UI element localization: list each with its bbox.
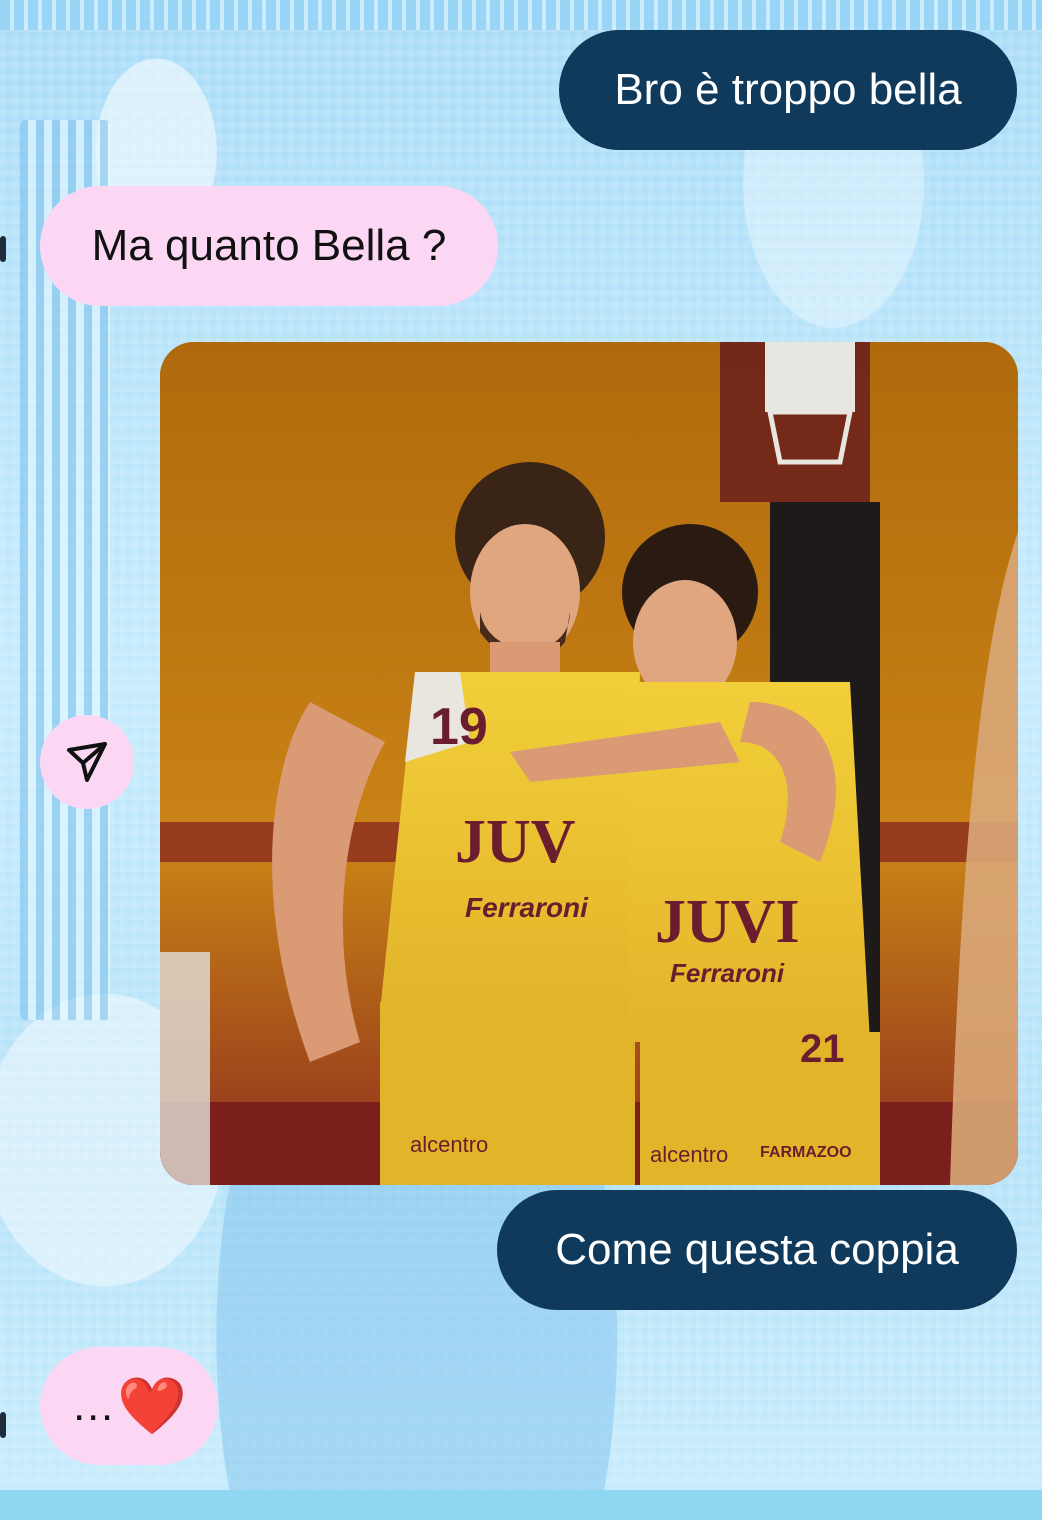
svg-text:Ferraroni: Ferraroni bbox=[670, 958, 785, 988]
message-bubble-incoming[interactable]: Ma quanto Bella ? bbox=[40, 186, 498, 306]
svg-text:alcentro: alcentro bbox=[650, 1142, 728, 1167]
svg-text:19: 19 bbox=[430, 698, 488, 756]
message-bubble-incoming[interactable]: … ❤️ bbox=[40, 1347, 218, 1465]
heart-emoji: ❤️ bbox=[117, 1374, 187, 1437]
svg-text:JUV: JUV bbox=[455, 808, 576, 876]
svg-text:21: 21 bbox=[800, 1027, 845, 1071]
background-frame-top bbox=[0, 0, 1042, 30]
message-text: Come questa coppia bbox=[555, 1225, 959, 1274]
message-bubble-outgoing[interactable]: Bro è troppo bella bbox=[559, 30, 1017, 150]
edge-marker bbox=[0, 1412, 6, 1438]
message-bubble-outgoing[interactable]: Come questa coppia bbox=[497, 1190, 1017, 1310]
message-text: Ma quanto Bella ? bbox=[91, 221, 447, 270]
basketball-players-image: 19 JUV Ferraroni JUVI Ferraroni 21 alcen… bbox=[160, 342, 1018, 1185]
svg-text:alcentro: alcentro bbox=[410, 1132, 488, 1157]
message-text: … bbox=[71, 1381, 116, 1430]
composer-area-edge bbox=[0, 1490, 1042, 1520]
svg-text:Ferraroni: Ferraroni bbox=[465, 892, 589, 923]
svg-text:FARMAZOO: FARMAZOO bbox=[760, 1144, 852, 1161]
send-icon bbox=[67, 742, 107, 782]
message-text: Bro è troppo bella bbox=[614, 65, 962, 114]
shared-photo[interactable]: 19 JUV Ferraroni JUVI Ferraroni 21 alcen… bbox=[160, 342, 1018, 1185]
forward-button[interactable] bbox=[40, 715, 134, 809]
svg-text:JUVI: JUVI bbox=[655, 888, 800, 956]
edge-marker bbox=[0, 236, 6, 262]
